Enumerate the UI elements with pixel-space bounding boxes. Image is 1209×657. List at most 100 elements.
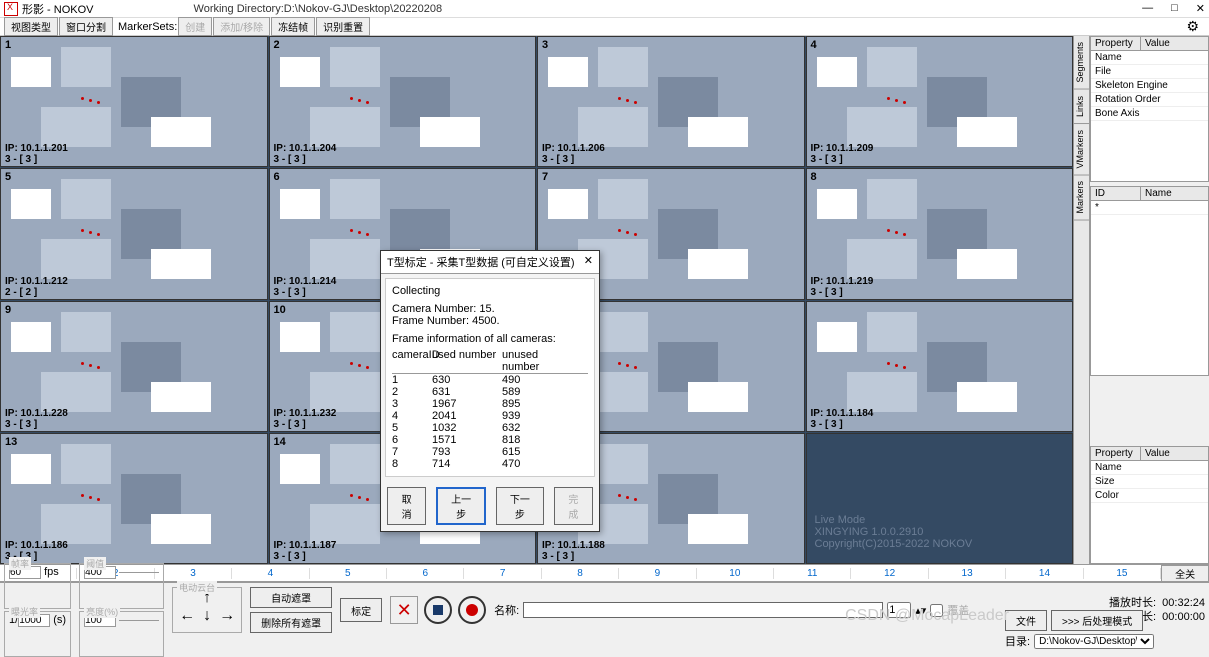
ms-create[interactable]: 创建 [178,17,212,36]
id-row[interactable]: * [1091,201,1208,215]
prop2-row[interactable]: Color [1091,489,1208,503]
camera-cell[interactable]: 4IP: 10.1.1.2093 - [ 3 ] [806,36,1074,167]
camtab[interactable]: 13 [929,568,1006,579]
working-directory: Working Directory:D:\Nokov-GJ\Desktop\20… [194,3,443,15]
th-cameraid: cameraID [392,349,432,373]
ms-reset[interactable]: 识别重置 [316,17,370,36]
cell-status: 3 - [ 3 ] [274,287,306,298]
vtab-markers[interactable]: Markers [1074,175,1089,221]
camera-cell[interactable]: 1IP: 10.1.1.2013 - [ 3 ] [0,36,268,167]
stop-button[interactable] [424,596,452,624]
camera-cell[interactable]: 8IP: 10.1.1.2193 - [ 3 ] [806,168,1074,299]
prop-row[interactable]: Bone Axis [1091,107,1208,121]
cell-number: 13 [5,436,17,448]
auto-mask-button[interactable]: 自动遮罩 [250,587,332,608]
prev-button[interactable]: 上一步 [436,487,486,525]
camera-cell[interactable]: 3IP: 10.1.1.2063 - [ 3 ] [537,36,805,167]
dir-select[interactable]: D:\Nokov-GJ\Desktop\ ▾ [1034,634,1154,649]
camtab[interactable]: 14 [1006,568,1083,579]
camtab[interactable]: 8 [542,568,619,579]
frame-number: Frame Number: 4500. [392,315,588,327]
pan-right-icon[interactable]: → [217,608,237,626]
postprocess-button[interactable]: >>> 后处理模式 [1051,610,1143,631]
cell-status: 2 - [ 2 ] [5,287,37,298]
dialog-close-icon[interactable]: ✕ [584,254,593,270]
name-label: 名称: [494,602,519,618]
titlebar: 形影 - NOKOV Working Directory:D:\Nokov-GJ… [0,0,1209,18]
camera-cell[interactable]: 2IP: 10.1.1.2043 - [ 3 ] [269,36,537,167]
ms-addremove[interactable]: 添加/移除 [213,17,270,36]
camtab[interactable]: 15 [1084,568,1161,579]
gear-icon[interactable]: ⚙ [1180,18,1205,35]
ms-freeze[interactable]: 冻结帧 [271,17,315,36]
vtab-segments[interactable]: Segments [1074,36,1089,90]
pan-left-icon[interactable]: ← [177,608,197,626]
camtab[interactable]: 11 [774,568,851,579]
table-row: 1630490 [392,374,588,386]
prop-row[interactable]: File [1091,65,1208,79]
camera-cell[interactable]: Live ModeXINGYING 1.0.0.2910Copyright(C)… [806,433,1074,564]
markersets-label: MarkerSets: [118,21,177,33]
cell-ip: IP: 10.1.1.206 [542,143,605,154]
vtab-vmarkers[interactable]: VMarkers [1074,124,1089,176]
camtab[interactable]: 9 [619,568,696,579]
cell-status: 3 - [ 3 ] [274,551,306,562]
spin-input[interactable] [887,602,911,618]
camtab[interactable]: 12 [851,568,928,579]
pan-down-icon[interactable]: ↓ [197,608,217,626]
th-unused: unused number [502,349,572,373]
prop-row[interactable]: Name [1091,51,1208,65]
cell-number: 6 [274,171,280,183]
cell-number: 14 [274,436,286,448]
camtab[interactable]: 4 [232,568,309,579]
camtab[interactable]: 10 [697,568,774,579]
cell-status: 3 - [ 3 ] [542,551,574,562]
minimize-icon[interactable]: — [1142,2,1153,15]
menu-split[interactable]: 窗口分割 [59,17,113,36]
threshold-slider[interactable] [119,572,159,573]
fps-unit: fps [44,566,59,578]
target-icon[interactable]: ✕ [390,596,418,624]
prop-row[interactable]: Skeleton Engine [1091,79,1208,93]
cell-ip: IP: 10.1.1.232 [274,408,337,419]
brightness-label: 亮度(%) [84,605,120,618]
camera-cell[interactable]: 5IP: 10.1.1.2122 - [ 2 ] [0,168,268,299]
cell-ip: IP: 10.1.1.204 [274,143,337,154]
side-panel: PropertyValue NameFileSkeleton EngineRot… [1089,36,1209,564]
prop-row[interactable]: Rotation Order [1091,93,1208,107]
maximize-icon[interactable]: □ [1171,2,1178,15]
exposure-label: 曝光率 [9,605,40,618]
name-input[interactable] [523,602,883,618]
finish-button[interactable]: 完成 [554,487,593,525]
spin-updown-icon[interactable]: ▴▾ [915,604,926,617]
record-button[interactable] [458,596,486,624]
all-close-button[interactable]: 全关 [1161,565,1209,582]
cancel-button[interactable]: 取消 [387,487,426,525]
pantilt-group: 电动云台 ↑ ←↓→ [172,587,242,633]
side-vtabs: SegmentsLinksVMarkersMarkers [1073,36,1089,564]
cell-number: 9 [5,304,11,316]
delete-mask-button[interactable]: 删除所有遮罩 [250,612,332,633]
close-icon[interactable]: ✕ [1196,2,1205,15]
vtab-links[interactable]: Links [1074,90,1089,124]
camtab[interactable]: 7 [464,568,541,579]
prop2-row[interactable]: Name [1091,461,1208,475]
cell-ip: IP: 10.1.1.184 [811,408,874,419]
camtab[interactable]: 5 [310,568,387,579]
camera-cell[interactable]: 13IP: 10.1.1.1863 - [ 3 ] [0,433,268,564]
next-button[interactable]: 下一步 [496,487,544,525]
camtab[interactable]: 3 [155,568,232,579]
calibrate-button[interactable]: 标定 [340,598,382,622]
camtab[interactable]: 6 [387,568,464,579]
file-button[interactable]: 文件 [1005,610,1047,631]
camera-cell[interactable]: 9IP: 10.1.1.2283 - [ 3 ] [0,301,268,432]
prop2-hdr-value: Value [1141,447,1174,460]
app-title: 形影 - NOKOV [22,1,94,17]
menu-viewtype[interactable]: 视图类型 [4,17,58,36]
dir-label: 目录: [1005,633,1030,649]
prop2-row[interactable]: Size [1091,475,1208,489]
id-name-table: IDName * [1090,186,1209,376]
overlay-checkbox[interactable] [930,604,943,617]
camera-cell[interactable]: IP: 10.1.1.1843 - [ 3 ] [806,301,1074,432]
brightness-slider[interactable] [119,620,159,621]
